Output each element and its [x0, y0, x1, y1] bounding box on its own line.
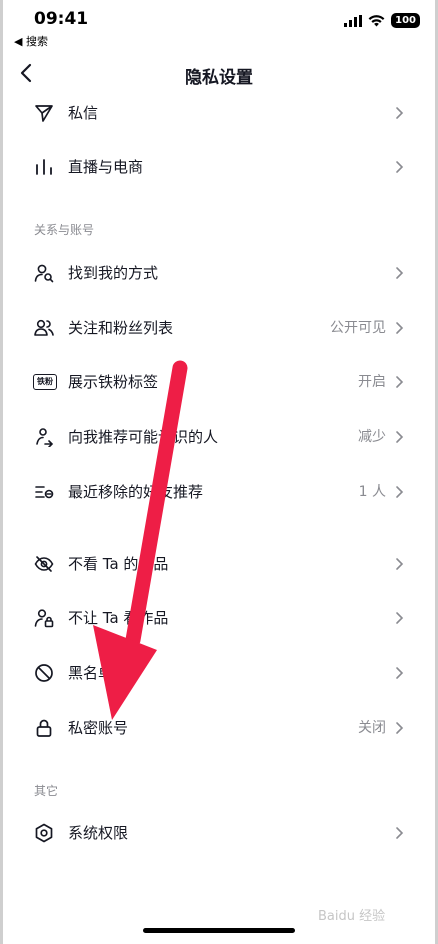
- setting-label: 黑名单: [68, 664, 114, 682]
- setting-row-removed[interactable]: 最近移除的好友推荐 1 人: [0, 465, 438, 519]
- chevron-right-icon: [396, 827, 404, 839]
- chevron-right-icon: [396, 612, 404, 624]
- signal-icon: [344, 14, 363, 27]
- setting-row-blacklist[interactable]: 黑名单: [0, 646, 438, 700]
- setting-row-find-me[interactable]: 找到我的方式: [0, 246, 438, 300]
- chevron-right-icon: [396, 322, 404, 334]
- setting-row-private-account[interactable]: 私密账号 关闭: [0, 701, 438, 755]
- chevron-right-icon: [396, 267, 404, 279]
- status-time: 09:41: [34, 9, 89, 29]
- battery-indicator: 100: [391, 13, 420, 28]
- setting-label: 不让 Ta 看作品: [68, 609, 169, 627]
- block-icon: [35, 664, 53, 682]
- watermark-logo: Baidu 经验: [318, 909, 386, 924]
- section-header-relations: 关系与账号: [34, 223, 95, 237]
- eye-off-icon: [34, 556, 54, 572]
- setting-row-live[interactable]: 直播与电商: [0, 140, 438, 194]
- setting-value: 开启: [358, 374, 386, 390]
- bars-icon: [36, 159, 52, 175]
- chevron-right-icon: [396, 161, 404, 173]
- chevron-right-icon: [396, 486, 404, 498]
- setting-label: 展示铁粉标签: [68, 373, 159, 391]
- list-remove-icon: [35, 486, 54, 499]
- back-to-app-link[interactable]: ◀ 搜索: [14, 33, 48, 49]
- setting-label: 向我推荐可能认识的人: [68, 428, 219, 446]
- setting-row-messages[interactable]: 私信: [0, 86, 438, 140]
- chevron-right-icon: [396, 558, 404, 570]
- chevron-right-icon: [396, 667, 404, 679]
- status-icons: 100: [344, 13, 420, 28]
- setting-value: 减少: [358, 429, 386, 445]
- setting-label: 私密账号: [68, 719, 129, 737]
- user-search-icon: [34, 264, 54, 283]
- setting-label: 关注和粉丝列表: [68, 319, 174, 337]
- chevron-right-icon: [396, 722, 404, 734]
- chevron-right-icon: [396, 107, 404, 119]
- setting-row-block-view[interactable]: 不让 Ta 看作品: [0, 591, 438, 645]
- setting-label: 系统权限: [68, 824, 129, 842]
- setting-label: 直播与电商: [68, 158, 144, 176]
- setting-row-follow-list[interactable]: 关注和粉丝列表 公开可见: [0, 301, 438, 355]
- section-header-other: 其它: [34, 784, 59, 798]
- setting-row-recommend[interactable]: 向我推荐可能认识的人 减少: [0, 410, 438, 464]
- setting-label: 找到我的方式: [68, 264, 159, 282]
- wifi-icon: [368, 14, 385, 26]
- page-title: 隐私设置: [185, 68, 253, 88]
- chevron-right-icon: [396, 431, 404, 443]
- setting-row-permissions[interactable]: 系统权限: [0, 806, 438, 860]
- setting-value: 关闭: [358, 720, 386, 736]
- setting-row-hide-from[interactable]: 不看 Ta 的作品: [0, 537, 438, 591]
- lock-icon: [36, 719, 52, 737]
- setting-value: 1 人: [358, 484, 386, 500]
- setting-label: 私信: [68, 104, 99, 122]
- user-lock-icon: [34, 609, 54, 628]
- chevron-right-icon: [396, 376, 404, 388]
- hexagon-settings-icon: [35, 823, 53, 843]
- home-indicator[interactable]: [143, 928, 295, 933]
- setting-row-fan-badge[interactable]: 铁粉 展示铁粉标签 开启: [0, 355, 438, 409]
- users-icon: [34, 319, 54, 336]
- send-icon: [35, 105, 53, 122]
- status-bar: 09:41 ◀ 搜索 100: [0, 0, 438, 50]
- share-person-icon: [36, 428, 54, 447]
- setting-value: 公开可见: [330, 320, 386, 336]
- setting-label: 最近移除的好友推荐: [68, 483, 204, 501]
- setting-label: 不看 Ta 的作品: [68, 555, 169, 573]
- fan-badge-icon: 铁粉: [33, 374, 57, 390]
